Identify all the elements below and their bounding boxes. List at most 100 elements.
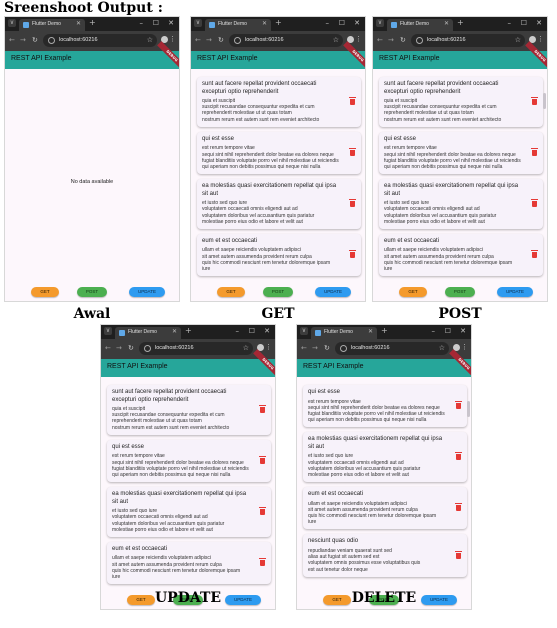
tab-close-icon[interactable]: ✕ <box>172 328 177 335</box>
tab-search-icon[interactable]: ∨ <box>376 19 384 27</box>
forward-icon[interactable]: → <box>206 36 212 45</box>
minimize-icon[interactable]: – <box>140 19 144 27</box>
delete-icon[interactable] <box>349 96 356 105</box>
tab-search-icon[interactable]: ∨ <box>104 327 112 335</box>
browser-menu-icon[interactable]: ⋮ <box>537 35 544 43</box>
maximize-icon[interactable]: ☐ <box>249 327 255 335</box>
post-card[interactable]: ea molestias quasi exercitationem repell… <box>303 432 467 483</box>
scrollbar-thumb[interactable] <box>467 401 470 417</box>
post-card[interactable]: nesciunt quas odio repudiandae veniam qua… <box>303 534 467 577</box>
browser-menu-icon[interactable]: ⋮ <box>355 35 362 43</box>
tab-search-icon[interactable]: ∨ <box>8 19 16 27</box>
post-card[interactable]: ea molestias quasi exercitationem repell… <box>197 179 361 229</box>
reload-icon[interactable]: ↻ <box>324 344 330 353</box>
site-info-icon[interactable] <box>416 37 423 44</box>
post-card[interactable]: qui est esse est rerum tempore vitae sequ… <box>197 131 361 175</box>
close-window-icon[interactable]: ✕ <box>536 19 542 27</box>
delete-icon[interactable] <box>259 507 266 516</box>
reload-icon[interactable]: ↻ <box>400 36 406 45</box>
delete-icon[interactable] <box>349 199 356 208</box>
delete-icon[interactable] <box>259 558 266 567</box>
bookmark-star-icon[interactable]: ☆ <box>147 36 153 44</box>
post-card[interactable]: ea molestias quasi exercitationem repell… <box>379 179 543 229</box>
address-bar[interactable]: localhost:60216 ☆ <box>43 34 157 47</box>
address-bar[interactable]: localhost:60216 ☆ <box>229 34 343 47</box>
bookmark-star-icon[interactable]: ☆ <box>333 36 339 44</box>
forward-icon[interactable]: → <box>20 36 26 45</box>
back-icon[interactable]: ← <box>377 36 383 45</box>
delete-icon[interactable] <box>531 96 538 105</box>
new-tab-icon[interactable]: + <box>457 19 464 27</box>
minimize-icon[interactable]: – <box>432 327 436 335</box>
new-tab-icon[interactable]: + <box>275 19 282 27</box>
update-button[interactable]: UPDATE <box>129 287 165 297</box>
browser-tab[interactable]: Flutter Demo ✕ <box>311 327 377 339</box>
minimize-icon[interactable]: – <box>236 327 240 335</box>
close-window-icon[interactable]: ✕ <box>168 19 174 27</box>
new-tab-icon[interactable]: + <box>381 327 388 335</box>
close-window-icon[interactable]: ✕ <box>460 327 466 335</box>
maximize-icon[interactable]: ☐ <box>521 19 527 27</box>
delete-icon[interactable] <box>455 452 462 461</box>
browser-tab[interactable]: Flutter Demo ✕ <box>115 327 181 339</box>
get-button[interactable]: GET <box>217 287 245 297</box>
browser-tab[interactable]: Flutter Demo ✕ <box>205 19 271 31</box>
site-info-icon[interactable] <box>144 345 151 352</box>
tab-close-icon[interactable]: ✕ <box>368 328 373 335</box>
delete-icon[interactable] <box>259 455 266 464</box>
post-button[interactable]: POST <box>445 287 475 297</box>
post-button[interactable]: POST <box>263 287 293 297</box>
maximize-icon[interactable]: ☐ <box>445 327 451 335</box>
update-button[interactable]: UPDATE <box>315 287 351 297</box>
site-info-icon[interactable] <box>234 37 241 44</box>
post-card[interactable]: qui est esse est rerum tempore vitae sequ… <box>303 385 467 428</box>
delete-icon[interactable] <box>455 503 462 512</box>
delete-icon[interactable] <box>531 199 538 208</box>
post-card[interactable]: eum et est occaecati ullam et saepe reici… <box>107 541 271 585</box>
delete-icon[interactable] <box>455 550 462 559</box>
post-card[interactable]: eum et est occaecati ullam et saepe reici… <box>303 487 467 530</box>
post-card[interactable]: sunt aut facere repellat provident occae… <box>379 77 543 127</box>
back-icon[interactable]: ← <box>105 344 111 353</box>
delete-icon[interactable] <box>531 147 538 156</box>
new-tab-icon[interactable]: + <box>185 327 192 335</box>
tab-close-icon[interactable]: ✕ <box>262 20 267 27</box>
back-icon[interactable]: ← <box>301 344 307 353</box>
post-button[interactable]: POST <box>77 287 107 297</box>
bookmark-star-icon[interactable]: ☆ <box>515 36 521 44</box>
post-card[interactable]: qui est esse est rerum tempore vitae sequ… <box>379 131 543 175</box>
site-info-icon[interactable] <box>340 345 347 352</box>
maximize-icon[interactable]: ☐ <box>153 19 159 27</box>
tab-search-icon[interactable]: ∨ <box>194 19 202 27</box>
delete-icon[interactable] <box>259 404 266 413</box>
new-tab-icon[interactable]: + <box>89 19 96 27</box>
reload-icon[interactable]: ↻ <box>218 36 224 45</box>
browser-tab[interactable]: Flutter Demo ✕ <box>387 19 453 31</box>
forward-icon[interactable]: → <box>116 344 122 353</box>
maximize-icon[interactable]: ☐ <box>339 19 345 27</box>
close-window-icon[interactable]: ✕ <box>264 327 270 335</box>
reload-icon[interactable]: ↻ <box>32 36 38 45</box>
browser-menu-icon[interactable]: ⋮ <box>169 35 176 43</box>
post-card[interactable]: sunt aut facere repellat provident occae… <box>107 385 271 435</box>
address-bar[interactable]: localhost:60216 ☆ <box>139 342 253 355</box>
delete-icon[interactable] <box>455 401 462 410</box>
get-button[interactable]: GET <box>399 287 427 297</box>
back-icon[interactable]: ← <box>9 36 15 45</box>
tab-close-icon[interactable]: ✕ <box>76 20 81 27</box>
site-info-icon[interactable] <box>48 37 55 44</box>
close-window-icon[interactable]: ✕ <box>354 19 360 27</box>
update-button[interactable]: UPDATE <box>497 287 533 297</box>
address-bar[interactable]: localhost:60216 ☆ <box>335 342 449 355</box>
post-card[interactable]: eum et est occaecati ullam et saepe reici… <box>197 233 361 277</box>
get-button[interactable]: GET <box>31 287 59 297</box>
post-card[interactable]: ea molestias quasi exercitationem repell… <box>107 487 271 537</box>
tab-close-icon[interactable]: ✕ <box>444 20 449 27</box>
reload-icon[interactable]: ↻ <box>128 344 134 353</box>
post-card[interactable]: qui est esse est rerum tempore vitae sequ… <box>107 439 271 483</box>
browser-tab[interactable]: Flutter Demo ✕ <box>19 19 85 31</box>
browser-menu-icon[interactable]: ⋮ <box>461 343 468 351</box>
bookmark-star-icon[interactable]: ☆ <box>243 344 249 352</box>
tab-search-icon[interactable]: ∨ <box>300 327 308 335</box>
browser-menu-icon[interactable]: ⋮ <box>265 343 272 351</box>
